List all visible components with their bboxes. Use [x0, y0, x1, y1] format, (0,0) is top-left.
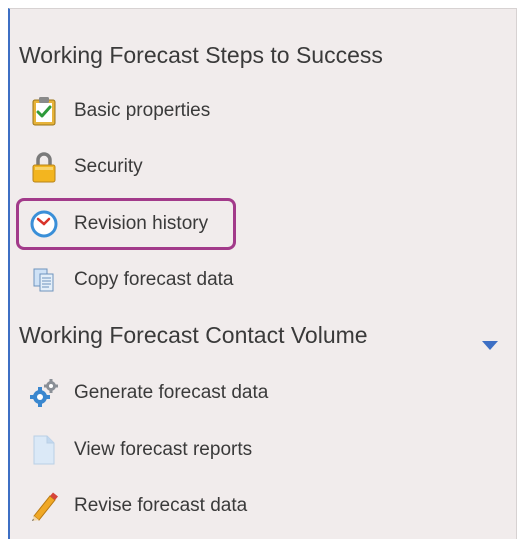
section-title-contact-volume: Working Forecast Contact Volume	[19, 322, 368, 348]
nav-item-view-forecast-reports[interactable]: View forecast reports	[28, 435, 252, 465]
nav-item-basic-properties[interactable]: Basic properties	[28, 96, 210, 126]
document-icon	[28, 435, 60, 465]
nav-item-label: Generate forecast data	[74, 382, 269, 403]
pencil-icon	[28, 491, 60, 521]
copy-documents-icon	[28, 265, 60, 295]
padlock-icon	[28, 152, 60, 183]
nav-item-label: Basic properties	[74, 100, 211, 121]
nav-item-copy-forecast-data[interactable]: Copy forecast data	[28, 265, 233, 295]
nav-item-label: View forecast reports	[74, 439, 253, 460]
nav-item-revision-history[interactable]: Revision history	[28, 209, 208, 239]
clipboard-check-icon	[28, 96, 60, 126]
nav-item-security[interactable]: Security	[28, 152, 143, 183]
nav-item-generate-forecast-data[interactable]: Generate forecast data	[28, 378, 268, 408]
nav-item-label: Revision history	[74, 213, 209, 234]
clock-icon	[28, 209, 60, 239]
triangle-down-icon[interactable]	[480, 338, 500, 352]
nav-item-label: Revise forecast data	[74, 495, 248, 516]
nav-item-label: Security	[74, 156, 143, 177]
nav-item-label: Copy forecast data	[74, 269, 234, 290]
nav-item-revise-forecast-data[interactable]: Revise forecast data	[28, 491, 247, 521]
forecast-navigation-panel: Working Forecast Steps to Success Basic …	[8, 8, 517, 539]
gears-icon	[28, 378, 60, 408]
section-title-steps-to-success: Working Forecast Steps to Success	[19, 42, 383, 68]
